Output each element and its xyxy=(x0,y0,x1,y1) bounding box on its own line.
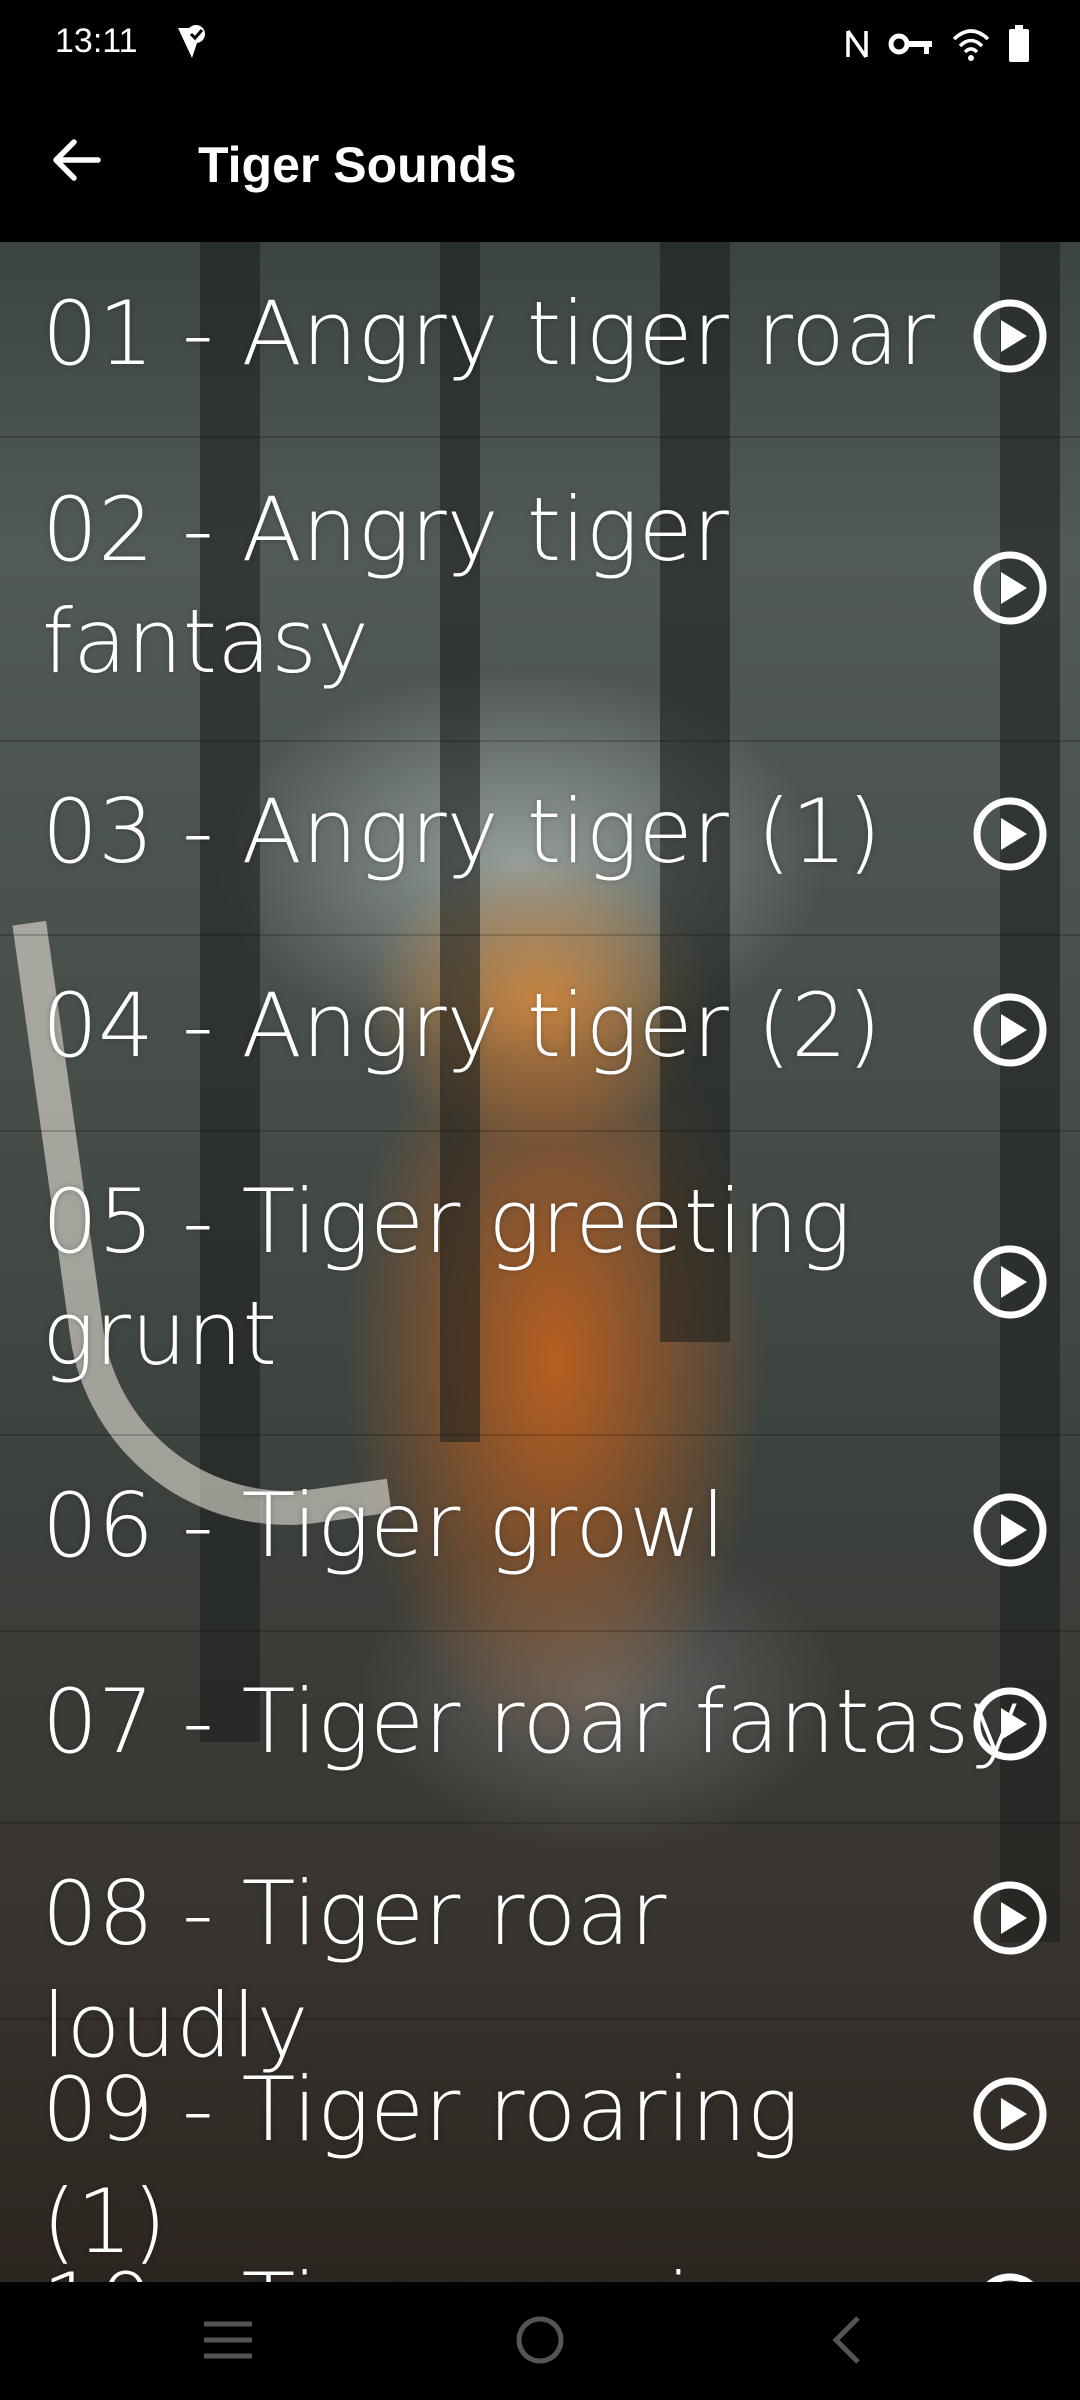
play-circle-icon[interactable] xyxy=(972,550,1048,626)
status-icons xyxy=(844,22,1030,66)
home-button[interactable] xyxy=(500,2310,580,2374)
status-time: 13:11 xyxy=(55,22,138,60)
sound-label: 10 - Tiger roaring (2) xyxy=(42,2250,942,2282)
vpn-key-icon xyxy=(888,31,934,57)
nav-back-button[interactable] xyxy=(808,2310,888,2374)
play-circle-icon[interactable] xyxy=(972,1880,1048,1956)
sound-label: 06 - Tiger growl xyxy=(42,1474,726,1577)
home-circle-icon xyxy=(514,2314,566,2370)
play-circle-icon[interactable] xyxy=(972,1686,1048,1762)
sound-label: 02 - Angry tiger fantasy xyxy=(42,478,729,693)
sound-list-container[interactable]: 01 - Angry tiger roar 02 - Angry tiger f… xyxy=(0,242,1080,2282)
play-circle-icon[interactable] xyxy=(972,1492,1048,1568)
back-chevron-icon xyxy=(828,2314,868,2370)
sound-label: 07 - Tiger roar fantasy xyxy=(42,1670,1022,1773)
sound-label: 04 - Angry tiger (2) xyxy=(42,974,882,1077)
play-circle-icon[interactable] xyxy=(972,796,1048,872)
battery-icon xyxy=(1008,25,1030,63)
nfc-icon xyxy=(844,27,870,61)
sound-label: 01 - Angry tiger roar xyxy=(42,282,935,385)
sound-row[interactable]: 03 - Angry tiger (1) xyxy=(0,740,1080,936)
play-circle-icon[interactable] xyxy=(972,298,1048,374)
arrow-back-icon xyxy=(50,134,102,190)
play-circle-icon[interactable] xyxy=(972,992,1048,1068)
check-badge-icon xyxy=(170,22,210,62)
sound-row[interactable]: 05 - Tiger greeting grunt xyxy=(0,1130,1080,1436)
sound-row[interactable]: 08 - Tiger roar loudly xyxy=(0,1822,1080,2077)
wifi-icon xyxy=(952,27,990,61)
play-circle-icon[interactable] xyxy=(972,1244,1048,1320)
menu-icon xyxy=(202,2318,254,2366)
sound-row[interactable]: 06 - Tiger growl xyxy=(0,1434,1080,1632)
sound-row[interactable]: 04 - Angry tiger (2) xyxy=(0,934,1080,1132)
page-title: Tiger Sounds xyxy=(198,137,517,193)
sound-label: 05 - Tiger greeting grunt xyxy=(42,1170,852,1385)
sound-row[interactable]: 07 - Tiger roar fantasy xyxy=(0,1630,1080,1824)
app-bar: Tiger Sounds xyxy=(0,86,1080,242)
system-nav-bar xyxy=(0,2282,1080,2400)
sound-row[interactable]: 02 - Angry tiger fantasy xyxy=(0,436,1080,742)
sound-row[interactable]: 09 - Tiger roaring (1) xyxy=(0,2018,1080,2273)
sound-row[interactable]: 01 - Angry tiger roar xyxy=(0,242,1080,438)
sound-label: 03 - Angry tiger (1) xyxy=(42,780,882,883)
sound-row[interactable]: 10 - Tiger roaring (2) xyxy=(0,2214,1080,2282)
status-bar: 13:11 xyxy=(0,0,1080,86)
back-button[interactable] xyxy=(40,126,112,198)
play-circle-icon[interactable] xyxy=(972,2272,1048,2282)
play-circle-icon[interactable] xyxy=(972,2076,1048,2152)
menu-button[interactable] xyxy=(188,2310,268,2374)
